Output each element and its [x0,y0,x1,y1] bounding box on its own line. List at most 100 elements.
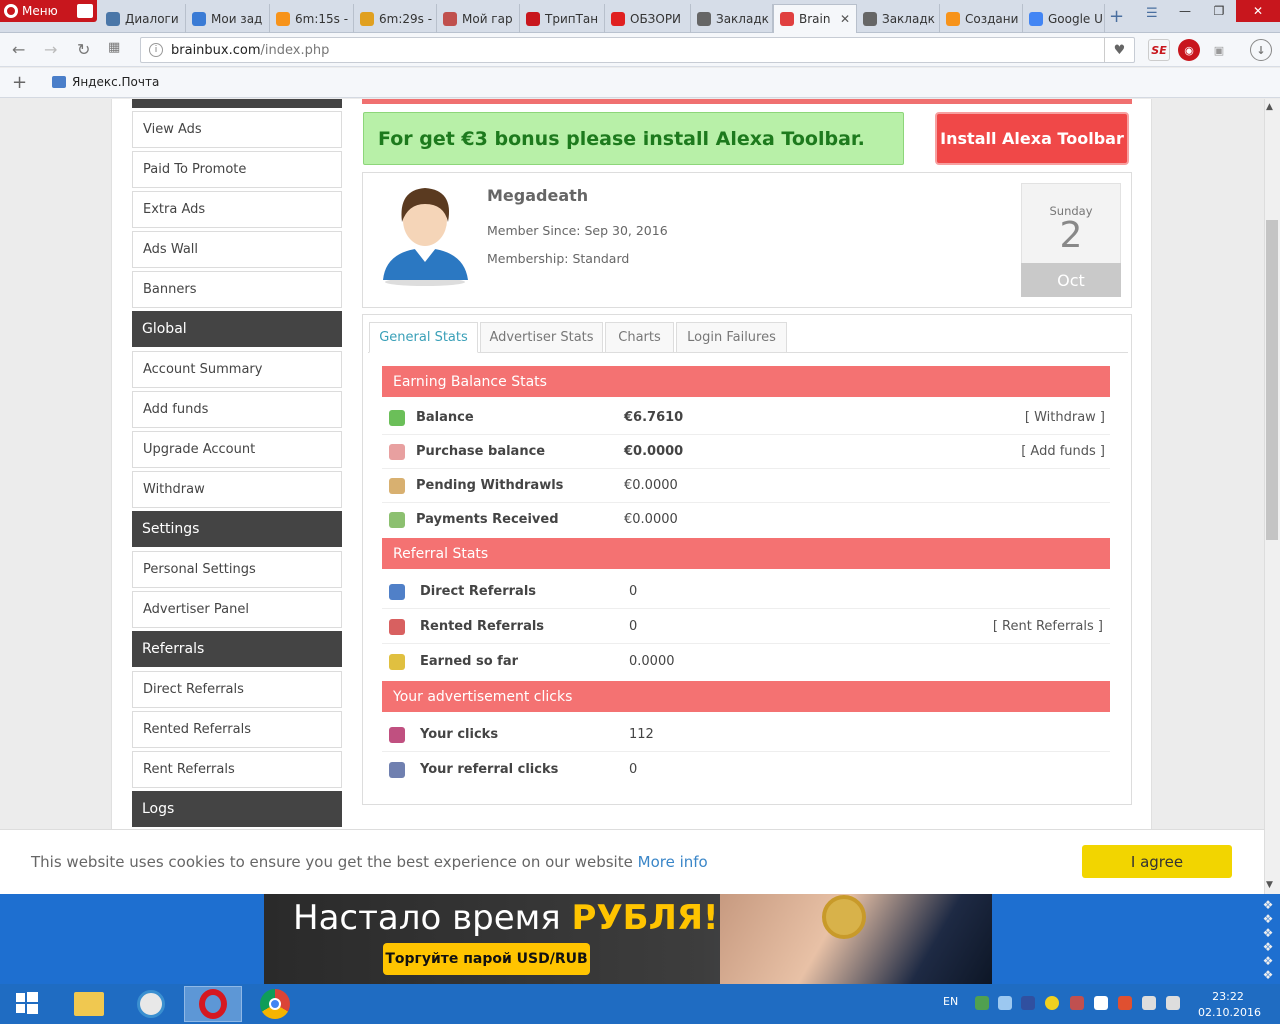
sidebar-item[interactable]: Paid To Promote [132,151,342,188]
browser-tab[interactable]: Мой гар [437,4,520,33]
url-bar[interactable]: i brainbux.com/index.php ♥ [140,37,1135,63]
add-bookmark-icon[interactable]: + [12,72,27,93]
reload-icon[interactable]: ↻ [77,40,90,59]
sidebar-item[interactable]: Extra Ads [132,191,342,228]
scroll-down-icon[interactable]: ▼ [1266,880,1273,890]
referral-clicks-chart-icon [389,762,405,778]
new-tab-icon[interactable]: + [1109,6,1124,27]
stat-label: Your clicks [420,727,499,742]
browser-tab[interactable]: 6m:15s - [270,4,354,33]
close-tab-icon[interactable]: ✕ [840,12,850,26]
minimize-icon[interactable]: — [1168,0,1202,22]
mail-icon [52,76,66,88]
tray-volume-icon[interactable] [1166,996,1180,1010]
url-path: /index.php [260,42,330,58]
language-indicator[interactable]: EN [943,995,958,1008]
tab-charts[interactable]: Charts [605,322,674,353]
taskbar-explorer-icon[interactable] [60,986,118,1022]
extension-icon[interactable]: ◉ [1178,39,1200,61]
tab-label: Создани [965,11,1019,26]
taskbar-chrome-icon[interactable] [246,986,304,1022]
scrollbar-thumb[interactable] [1266,220,1278,540]
decoration-pattern-icon: ❖ ❖ ❖ ❖ ❖ ❖ [1262,898,1274,982]
tab-label: 6m:15s - [295,11,349,26]
stat-value: 0.0000 [629,654,675,669]
stat-value: €0.0000 [624,478,678,493]
url-host: brainbux.com [171,42,261,58]
bookmark-heart-icon[interactable]: ♥ [1104,38,1134,62]
tab-favicon-icon [106,11,120,26]
clock-time[interactable]: 23:22 [1198,990,1258,1003]
bookmark-yandex-mail[interactable]: Яндекс.Почта [52,75,159,89]
windows-start-icon[interactable] [16,992,38,1014]
screenshot-extension-icon[interactable]: ▣ [1208,39,1230,61]
taskbar-opera-icon[interactable] [184,986,242,1022]
sidebar-item[interactable]: Upgrade Account [132,431,342,468]
tab-advertiser-stats[interactable]: Advertiser Stats [480,322,603,353]
row-divider [382,643,1110,644]
scroll-up-icon[interactable]: ▲ [1266,102,1273,112]
browser-tab[interactable]: Создани [940,4,1023,33]
install-alexa-button[interactable]: Install Alexa Toolbar [935,112,1129,165]
sidebar-item[interactable]: Advertiser Panel [132,591,342,628]
tray-tools-icon[interactable] [1070,996,1084,1010]
browser-tab[interactable]: Google U [1023,4,1105,33]
tray-plus-icon[interactable] [1045,996,1059,1010]
speed-dial-icon[interactable]: ▦ [108,40,120,55]
sidebar-item[interactable]: Add funds [132,391,342,428]
tab-label: ОБЗОРИ [630,11,682,26]
banner-cta-button[interactable]: Торгуйте парой USD/RUB [383,943,590,975]
tab-favicon-icon [863,11,877,26]
tab-menu-icon[interactable]: ☰ [1146,6,1158,21]
clock-date[interactable]: 02.10.2016 [1198,1006,1261,1019]
sidebar-item[interactable]: Personal Settings [132,551,342,588]
back-icon[interactable]: ← [12,40,25,59]
cookie-agree-button[interactable]: I agree [1082,845,1232,878]
browser-tab[interactable]: Мои зад [186,4,270,33]
sidebar-item[interactable]: Direct Referrals [132,671,342,708]
sidebar-item[interactable]: View Ads [132,111,342,148]
sidebar-item[interactable]: Banners [132,271,342,308]
stat-action-link[interactable]: [ Rent Referrals ] [993,619,1103,634]
site-info-icon[interactable]: i [149,43,163,57]
cookie-more-info-link[interactable]: More info [638,853,708,871]
tab-general-stats[interactable]: General Stats [369,322,478,353]
tab-login-failures[interactable]: Login Failures [676,322,787,353]
money-icon [389,410,405,426]
tab-favicon-icon [443,11,457,26]
tray-app-icon[interactable] [1118,996,1132,1010]
browser-tab[interactable]: Закладк [691,4,773,33]
seo-extension-icon[interactable]: SE [1148,39,1170,61]
tray-network-icon[interactable] [975,996,989,1010]
browser-tab[interactable]: 6m:29s - [354,4,437,33]
browser-tab[interactable]: Закладк [857,4,940,33]
taskbar-clock-app-icon[interactable] [122,986,180,1022]
earning-stats-header: Earning Balance Stats [382,366,1110,397]
sidebar-item[interactable]: Rent Referrals [132,751,342,788]
downloads-icon[interactable]: ↓ [1250,39,1272,61]
tray-car-icon[interactable] [1021,996,1035,1010]
forward-icon[interactable]: → [44,40,57,59]
ad-clicks-header: Your advertisement clicks [382,681,1110,712]
tray-drop-icon[interactable] [998,996,1012,1010]
sidebar-item[interactable]: Rented Referrals [132,711,342,748]
tray-flag-icon[interactable] [1094,996,1108,1010]
sidebar-item[interactable]: Withdraw [132,471,342,508]
stat-value: 0 [629,762,638,777]
browser-tab[interactable]: ОБЗОРИ [605,4,691,33]
stat-action-link[interactable]: [ Add funds ] [1021,444,1105,459]
browser-tab[interactable]: Brain ✕ [773,4,857,33]
browser-tab[interactable]: Диалоги [100,4,186,33]
browser-menu-button[interactable]: Меню [0,0,97,22]
stat-label: Direct Referrals [420,584,537,599]
sidebar-item[interactable]: Account Summary [132,351,342,388]
sidebar-item[interactable]: Ads Wall [132,231,342,268]
stat-action-link[interactable]: [ Withdraw ] [1025,410,1105,425]
browser-tab[interactable]: ТрипТан [520,4,605,33]
username: Megadeath [487,186,589,205]
tray-signal-icon[interactable] [1142,996,1156,1010]
sidebar-toggle-icon[interactable] [77,4,93,18]
maximize-icon[interactable]: ❐ [1202,0,1236,22]
membership-type: Membership: Standard [487,251,630,266]
close-window-icon[interactable]: ✕ [1236,0,1280,22]
